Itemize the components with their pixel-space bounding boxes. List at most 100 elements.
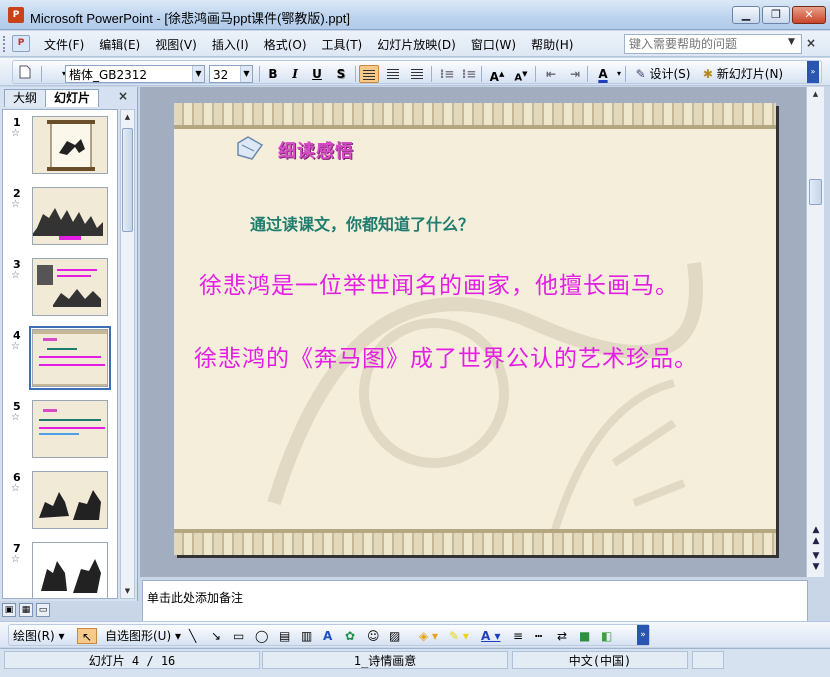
select-pointer-icon[interactable]: ↖ xyxy=(77,628,97,644)
pane-close-icon[interactable]: × xyxy=(118,89,128,103)
slide-heading[interactable]: 细读感悟 xyxy=(278,137,354,163)
increase-indent-icon[interactable]: ⇥ xyxy=(565,65,585,83)
bold-button[interactable]: B xyxy=(263,65,283,83)
font-color-dropdown-icon[interactable]: ▾ xyxy=(615,65,623,83)
slide-sorter-view-icon[interactable]: ▦ xyxy=(19,603,33,617)
help-dropdown-icon[interactable]: ▼ xyxy=(788,37,795,47)
arrow-style-icon[interactable]: ⇄ xyxy=(557,628,567,644)
powerpoint-app-icon[interactable]: P xyxy=(8,7,24,23)
oval-icon[interactable]: ◯ xyxy=(255,628,268,644)
draw-menu-button[interactable]: 绘图(R) ▾ xyxy=(13,628,65,644)
normal-view-icon[interactable]: ▣ xyxy=(2,603,16,617)
dash-style-icon[interactable]: ┅ xyxy=(535,628,542,644)
rectangle-icon[interactable]: ▭ xyxy=(233,628,244,644)
menu-help[interactable]: 帮助(H) xyxy=(531,36,573,53)
autoshapes-button[interactable]: 自选图形(U) ▾ xyxy=(105,628,181,644)
restore-button[interactable]: ❐ xyxy=(762,6,790,24)
new-slide-button[interactable]: ✱ 新幻灯片(N) xyxy=(699,65,787,83)
scroll-up-icon[interactable]: ▲ xyxy=(809,87,822,101)
font-color-icon[interactable]: A xyxy=(593,65,613,83)
scroll-up-icon[interactable]: ▲ xyxy=(121,110,134,124)
status-design-name[interactable]: 1_诗情画意 xyxy=(262,651,508,669)
slide-question[interactable]: 通过读课文，你都知道了什么？ xyxy=(250,211,474,235)
scroll-down-icon[interactable]: ▼ xyxy=(121,584,134,598)
autoshapes-label: 自选图形(U) xyxy=(105,629,172,643)
status-empty-cell xyxy=(692,651,724,669)
font-size-select[interactable]: 32 ▼ xyxy=(209,65,253,83)
tab-outline[interactable]: 大纲 xyxy=(4,89,47,107)
slideshow-view-icon[interactable]: ▭ xyxy=(36,603,50,617)
thumbnail-scrollbar[interactable]: ▲ ▼ xyxy=(120,109,135,599)
font-size-value: 32 xyxy=(213,68,229,82)
menu-window[interactable]: 窗口(W) xyxy=(471,36,516,53)
decrease-indent-icon[interactable]: ⇤ xyxy=(541,65,561,83)
clipart-icon[interactable]: ☺ xyxy=(367,628,380,644)
previous-slide-icon[interactable]: ▲ ▲ xyxy=(809,525,823,547)
textbox-icon[interactable]: ▤ xyxy=(279,628,290,644)
window-title: Microsoft PowerPoint - [徐悲鸿画马ppt课件(鄂教版).… xyxy=(30,11,351,26)
font-name-select[interactable]: 楷体_GB2312 ▼ xyxy=(65,65,205,83)
help-search-input[interactable] xyxy=(624,34,802,54)
document-icon[interactable]: P xyxy=(12,35,30,52)
notes-pane[interactable]: 单击此处添加备注 xyxy=(142,580,808,622)
chevron-down-icon[interactable]: ▼ xyxy=(240,66,252,82)
design-button[interactable]: ✎ 设计(S) xyxy=(631,65,695,83)
slide-scrollbar[interactable]: ▲ ▲ ▲ ▼ ▼ xyxy=(806,87,824,577)
arrow-icon[interactable]: ↘ xyxy=(211,628,221,644)
menu-slideshow[interactable]: 幻灯片放映(D) xyxy=(377,36,456,53)
increase-font-icon[interactable]: A▲ xyxy=(487,65,507,84)
line-icon[interactable]: ╲ xyxy=(189,628,196,644)
bullets-icon[interactable]: ⁝≡ xyxy=(459,65,479,83)
slide-preview xyxy=(32,258,108,316)
chevron-down-icon[interactable]: ▼ xyxy=(192,66,204,82)
shadow-style-icon[interactable]: ■ xyxy=(579,628,590,644)
draw-menu-label: 绘图(R) xyxy=(13,629,55,643)
vertical-textbox-icon[interactable]: ▥ xyxy=(301,628,312,644)
current-slide[interactable]: 细读感悟 通过读课文，你都知道了什么？ 徐悲鸿是一位举世闻名的画家，他擅长画马。… xyxy=(174,103,776,555)
slide-thumbnail[interactable]: 2 ☆ xyxy=(3,185,117,251)
slide-thumbnail[interactable]: 6 ☆ xyxy=(3,469,117,535)
drawing-toolbar-overflow-icon[interactable]: » xyxy=(637,625,649,645)
close-button[interactable]: ✕ xyxy=(792,6,826,24)
menu-insert[interactable]: 插入(I) xyxy=(212,36,249,53)
toolbar-overflow-icon[interactable]: » xyxy=(807,61,819,83)
slide-thumbnail-list: 1 ☆ 2 ☆ 3 ☆ 4 ☆ 5 ☆ 6 ☆ 7 ☆ xyxy=(2,109,118,599)
fill-color-icon[interactable]: ◈ ▾ xyxy=(419,628,438,644)
3d-style-icon[interactable]: ◧ xyxy=(601,628,612,644)
slide-body-line-1[interactable]: 徐悲鸿是一位举世闻名的画家，他擅长画马。 xyxy=(199,266,679,300)
toolbar-grip[interactable] xyxy=(3,36,6,52)
tab-slides[interactable]: 幻灯片 xyxy=(45,89,100,107)
picture-icon[interactable]: ▨ xyxy=(389,628,400,644)
wordart-icon[interactable]: A xyxy=(323,628,332,644)
menu-edit[interactable]: 编辑(E) xyxy=(99,36,140,53)
slide-body-line-2[interactable]: 徐悲鸿的《奔马图》成了世界公认的艺术珍品。 xyxy=(194,339,698,373)
menu-tools[interactable]: 工具(T) xyxy=(322,36,363,53)
minimize-button[interactable]: ▁ xyxy=(732,6,760,24)
menu-view[interactable]: 视图(V) xyxy=(155,36,197,53)
line-color-icon[interactable]: ✎ ▾ xyxy=(449,628,469,644)
align-right-button[interactable] xyxy=(407,65,427,83)
align-center-button[interactable] xyxy=(383,65,403,83)
document-close-icon[interactable]: × xyxy=(806,36,816,50)
scroll-thumb[interactable] xyxy=(122,128,133,232)
slide-thumbnail[interactable]: 7 ☆ xyxy=(3,540,117,598)
slide-thumbnail-selected[interactable]: 4 ☆ xyxy=(3,326,117,393)
next-slide-icon[interactable]: ▼ ▼ xyxy=(809,551,823,573)
font-name-value: 楷体_GB2312 xyxy=(69,68,148,82)
slide-thumbnail[interactable]: 3 ☆ xyxy=(3,256,117,322)
shadow-button[interactable]: S xyxy=(331,65,351,83)
slide-thumbnail[interactable]: 5 ☆ xyxy=(3,398,117,464)
decrease-font-icon[interactable]: A▼ xyxy=(511,65,531,83)
scroll-thumb[interactable] xyxy=(809,179,822,205)
slide-thumbnail[interactable]: 1 ☆ xyxy=(3,114,117,180)
new-document-icon[interactable] xyxy=(17,65,33,83)
underline-button[interactable]: U xyxy=(307,65,327,83)
align-left-button[interactable] xyxy=(359,65,379,83)
menu-format[interactable]: 格式(O) xyxy=(264,36,307,53)
draw-font-color-icon[interactable]: A ▾ xyxy=(481,628,501,644)
line-style-icon[interactable]: ≡ xyxy=(513,628,523,644)
menu-file[interactable]: 文件(F) xyxy=(44,36,84,53)
italic-button[interactable]: I xyxy=(285,65,305,83)
diagram-icon[interactable]: ✿ xyxy=(345,628,355,644)
numbering-icon[interactable]: ⁝≡ xyxy=(437,65,457,83)
